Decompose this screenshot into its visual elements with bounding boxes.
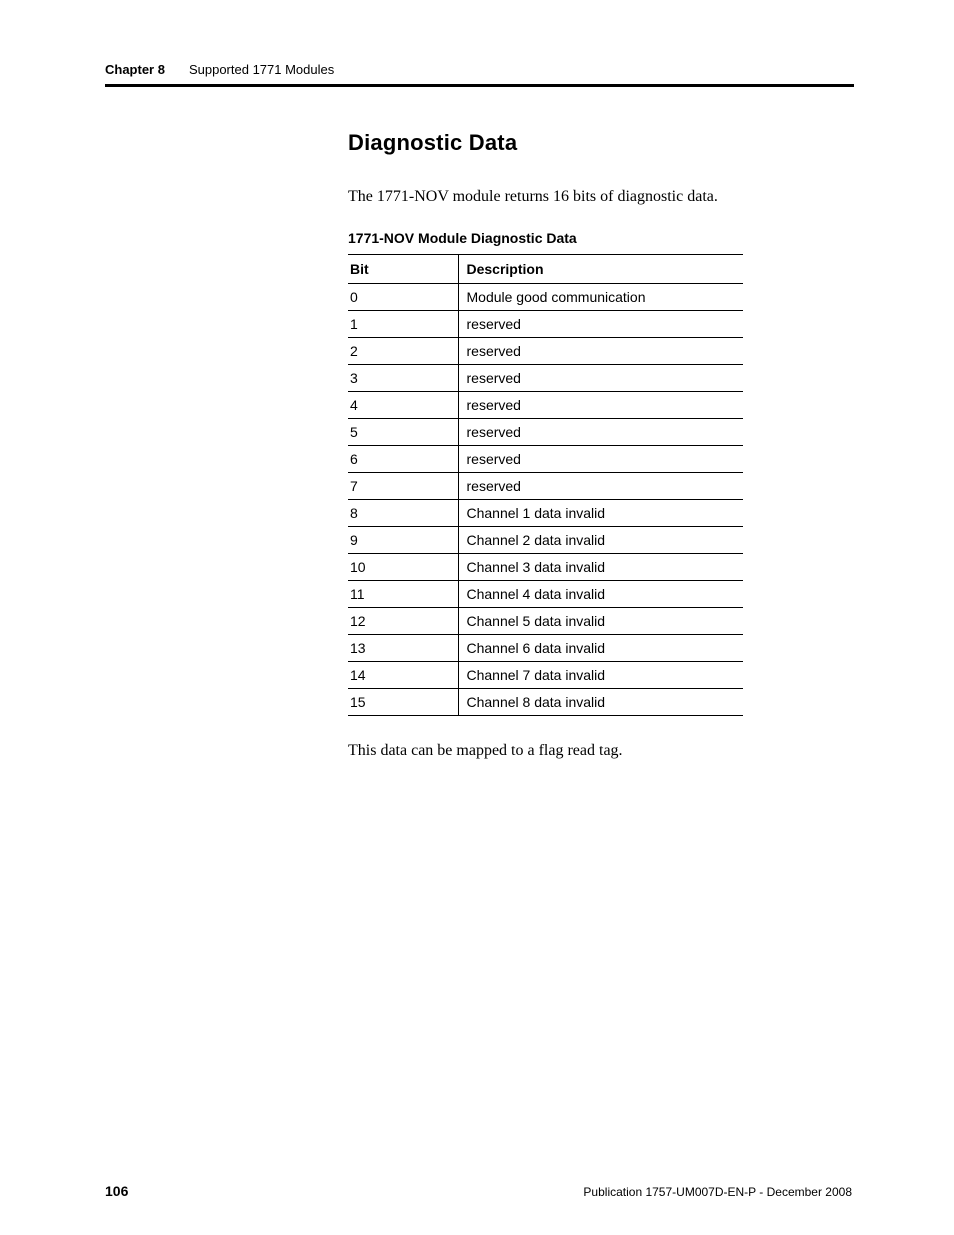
table-row: 5reserved [348,419,743,446]
cell-bit: 1 [348,311,458,338]
cell-bit: 0 [348,284,458,311]
cell-desc: Channel 5 data invalid [458,608,743,635]
cell-bit: 10 [348,554,458,581]
cell-desc: reserved [458,446,743,473]
section-heading: Diagnostic Data [348,130,748,156]
cell-bit: 13 [348,635,458,662]
table-row: 4reserved [348,392,743,419]
cell-desc: Channel 1 data invalid [458,500,743,527]
table-row: 10Channel 3 data invalid [348,554,743,581]
header-rule [105,84,854,87]
cell-desc: Channel 4 data invalid [458,581,743,608]
cell-bit: 7 [348,473,458,500]
chapter-title: Supported 1771 Modules [189,62,334,77]
cell-desc: reserved [458,473,743,500]
table-row: 12Channel 5 data invalid [348,608,743,635]
chapter-label: Chapter 8 [105,62,165,77]
cell-desc: Channel 8 data invalid [458,689,743,716]
table-row: 9Channel 2 data invalid [348,527,743,554]
table-title: 1771-NOV Module Diagnostic Data [348,230,748,246]
cell-bit: 12 [348,608,458,635]
table-row: 7reserved [348,473,743,500]
cell-desc: Channel 3 data invalid [458,554,743,581]
main-content: Diagnostic Data The 1771-NOV module retu… [348,130,748,785]
cell-bit: 2 [348,338,458,365]
table-row: 8Channel 1 data invalid [348,500,743,527]
table-row: 3reserved [348,365,743,392]
table-row: 1reserved [348,311,743,338]
cell-bit: 9 [348,527,458,554]
cell-bit: 5 [348,419,458,446]
cell-bit: 8 [348,500,458,527]
cell-desc: Channel 6 data invalid [458,635,743,662]
publication-info: Publication 1757-UM007D-EN-P - December … [583,1185,852,1199]
cell-bit: 6 [348,446,458,473]
page-number: 106 [105,1183,128,1199]
cell-bit: 15 [348,689,458,716]
col-header-description: Description [458,255,743,284]
cell-desc: reserved [458,311,743,338]
table-row: 14Channel 7 data invalid [348,662,743,689]
col-header-bit: Bit [348,255,458,284]
cell-bit: 3 [348,365,458,392]
table-row: 15Channel 8 data invalid [348,689,743,716]
table-row: 11Channel 4 data invalid [348,581,743,608]
cell-desc: Channel 2 data invalid [458,527,743,554]
cell-bit: 4 [348,392,458,419]
diagnostic-table: Bit Description 0Module good communicati… [348,254,743,716]
table-row: 6reserved [348,446,743,473]
cell-desc: reserved [458,338,743,365]
cell-desc: reserved [458,365,743,392]
cell-desc: Module good communication [458,284,743,311]
cell-bit: 14 [348,662,458,689]
intro-paragraph: The 1771-NOV module returns 16 bits of d… [348,186,748,208]
table-row: 2reserved [348,338,743,365]
cell-desc: Channel 7 data invalid [458,662,743,689]
table-row: 13Channel 6 data invalid [348,635,743,662]
table-row: 0Module good communication [348,284,743,311]
cell-desc: reserved [458,392,743,419]
cell-bit: 11 [348,581,458,608]
cell-desc: reserved [458,419,743,446]
outro-paragraph: This data can be mapped to a flag read t… [348,740,748,762]
table-header-row: Bit Description [348,255,743,284]
